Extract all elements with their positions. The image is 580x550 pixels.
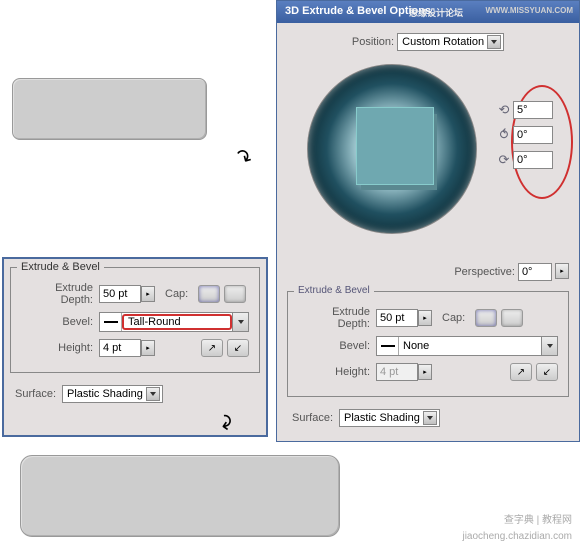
- forum-name: 思缘设计论坛: [409, 6, 463, 19]
- arrow-icon: ↷: [230, 142, 257, 172]
- bevel-in-button[interactable]: ↗: [510, 363, 532, 381]
- bevel-thumb-icon: [100, 313, 122, 331]
- chevron-down-icon[interactable]: [541, 337, 557, 355]
- depth-stepper[interactable]: ▸: [418, 310, 432, 326]
- bevel-thumb-icon: [377, 337, 399, 355]
- chevron-down-icon[interactable]: [423, 411, 437, 425]
- perspective-input[interactable]: [518, 263, 552, 281]
- group-legend: Extrude & Bevel: [17, 261, 104, 273]
- cap-label: Cap:: [442, 312, 471, 324]
- rotation-preview-globe[interactable]: [307, 64, 477, 234]
- result-preview-top: [12, 78, 207, 140]
- perspective-label: Perspective:: [454, 266, 515, 278]
- position-dropdown[interactable]: Custom Rotation: [397, 33, 504, 51]
- cap-on-button[interactable]: [475, 309, 497, 327]
- bevel-label: Bevel:: [298, 340, 376, 352]
- height-label: Height:: [21, 342, 99, 354]
- height-stepper[interactable]: ▸: [141, 340, 155, 356]
- surface-dropdown[interactable]: Plastic Shading: [62, 385, 163, 403]
- surface-value: Plastic Shading: [344, 412, 420, 424]
- rotate-y-input[interactable]: [513, 126, 553, 144]
- depth-stepper[interactable]: ▸: [141, 286, 155, 302]
- watermark-text: 查字典 | 教程网: [504, 511, 572, 526]
- dialog-titlebar: 3D Extrude & Bevel Options 思缘设计论坛 WWW.MI…: [277, 1, 579, 23]
- extrude-bevel-group-left: Extrude & Bevel Extrude Depth: ▸ Cap: Be…: [10, 267, 260, 373]
- depth-label: Extrude Depth:: [298, 306, 376, 330]
- surface-value: Plastic Shading: [67, 388, 143, 400]
- cap-on-button[interactable]: [198, 285, 220, 303]
- bevel-out-button[interactable]: ↙: [536, 363, 558, 381]
- height-stepper: ▸: [418, 364, 432, 380]
- surface-label: Surface:: [287, 412, 339, 424]
- bevel-value: None: [399, 340, 541, 352]
- extrude-bevel-panel-left: Extrude & Bevel Extrude Depth: ▸ Cap: Be…: [2, 257, 268, 437]
- rotate-y-icon: ⥀: [495, 126, 513, 144]
- rotate-x-icon: ⟲: [495, 101, 513, 119]
- cap-label: Cap:: [165, 288, 194, 300]
- extrude-bevel-dialog: 3D Extrude & Bevel Options 思缘设计论坛 WWW.MI…: [276, 0, 580, 442]
- cap-off-button[interactable]: [224, 285, 246, 303]
- bevel-dropdown[interactable]: Tall-Round: [99, 312, 249, 332]
- rotate-z-input[interactable]: [513, 151, 553, 169]
- height-input: [376, 363, 418, 381]
- chevron-down-icon[interactable]: [146, 387, 160, 401]
- bevel-label: Bevel:: [21, 316, 99, 328]
- height-label: Height:: [298, 366, 376, 378]
- result-preview-bottom: [20, 455, 340, 537]
- cap-off-button[interactable]: [501, 309, 523, 327]
- depth-input[interactable]: [376, 309, 418, 327]
- surface-dropdown[interactable]: Plastic Shading: [339, 409, 440, 427]
- chevron-down-icon[interactable]: [232, 313, 248, 331]
- watermark-url: jiaocheng.chazidian.com: [462, 531, 572, 542]
- group-legend: Extrude & Bevel: [294, 285, 374, 296]
- bevel-value: Tall-Round: [122, 314, 232, 330]
- bevel-in-button[interactable]: ↗: [201, 339, 223, 357]
- chevron-down-icon[interactable]: [487, 35, 501, 49]
- depth-label: Extrude Depth:: [21, 282, 99, 306]
- perspective-stepper[interactable]: ▸: [555, 263, 569, 279]
- bevel-out-button[interactable]: ↙: [227, 339, 249, 357]
- extrude-bevel-group-right: Extrude & Bevel Extrude Depth: ▸ Cap: Be…: [287, 291, 569, 397]
- rotate-x-input[interactable]: [513, 101, 553, 119]
- depth-input[interactable]: [99, 285, 141, 303]
- position-label: Position:: [352, 36, 394, 48]
- bevel-dropdown[interactable]: None: [376, 336, 558, 356]
- height-input[interactable]: [99, 339, 141, 357]
- surface-label: Surface:: [10, 388, 62, 400]
- position-value: Custom Rotation: [402, 36, 484, 48]
- rotate-z-icon: ⟳: [495, 151, 513, 169]
- forum-url: WWW.MISSYUAN.COM: [485, 6, 573, 15]
- preview-cube: [356, 107, 434, 185]
